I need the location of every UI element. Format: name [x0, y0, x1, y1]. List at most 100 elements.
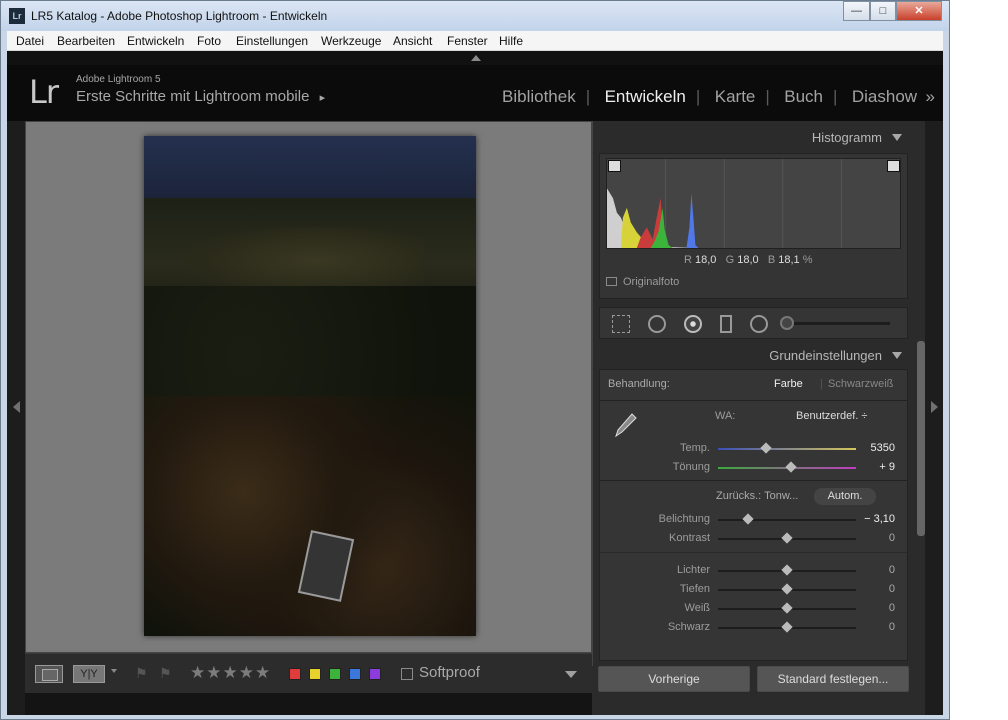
- radial-filter-icon[interactable]: [750, 315, 768, 333]
- rgb-percent-unit: %: [802, 254, 813, 266]
- blacks-slider[interactable]: [718, 621, 856, 633]
- expand-left-panel-icon[interactable]: [13, 401, 20, 413]
- menu-einstellungen[interactable]: Einstellungen: [236, 34, 308, 48]
- before-after-button[interactable]: Y|Y: [73, 665, 105, 683]
- module-entwickeln[interactable]: Entwickeln: [605, 87, 686, 106]
- before-after-dropdown-icon[interactable]: [111, 669, 117, 673]
- blacks-label: Schwarz: [667, 621, 710, 633]
- basic-collapse-icon[interactable]: [892, 352, 902, 359]
- original-photo-toggle[interactable]: Originalfoto: [606, 276, 679, 288]
- highlight-clipping-icon[interactable]: [887, 160, 900, 172]
- reset-tone-link[interactable]: Zurücks.: Tonw...: [716, 490, 798, 502]
- crop-tool-icon[interactable]: [612, 315, 630, 333]
- softproof-label: Softproof: [419, 664, 480, 681]
- basic-header[interactable]: Grundeinstellungen: [593, 343, 908, 367]
- right-panel-buttons: Vorherige Standard festlegen...: [592, 666, 925, 715]
- whites-slider[interactable]: [718, 602, 856, 614]
- treatment-color-option[interactable]: Farbe: [774, 378, 803, 390]
- module-buch[interactable]: Buch: [784, 87, 823, 106]
- shadow-clipping-icon[interactable]: [608, 160, 621, 172]
- module-bibliothek[interactable]: Bibliothek: [502, 87, 576, 106]
- set-default-button[interactable]: Standard festlegen...: [757, 666, 909, 692]
- more-modules-icon[interactable]: »: [926, 87, 935, 106]
- minimize-button[interactable]: —: [843, 1, 870, 21]
- highlights-value[interactable]: 0: [889, 564, 895, 576]
- graduated-filter-icon[interactable]: [720, 315, 732, 333]
- close-button[interactable]: ✕: [896, 1, 942, 21]
- left-panel-toggle[interactable]: [7, 121, 25, 715]
- tint-label: Tönung: [672, 461, 710, 473]
- top-panel-toggle[interactable]: [7, 51, 943, 65]
- shadows-value[interactable]: 0: [889, 583, 895, 595]
- module-diashow[interactable]: Diashow: [852, 87, 917, 106]
- menu-fenster[interactable]: Fenster: [447, 34, 488, 48]
- highlights-slider[interactable]: [718, 564, 856, 576]
- blacks-value[interactable]: 0: [889, 621, 895, 633]
- color-label-green[interactable]: [329, 668, 341, 680]
- softproof-checkbox[interactable]: [401, 668, 413, 680]
- red-eye-tool-icon[interactable]: [684, 315, 702, 333]
- flag-icon[interactable]: ⚑: [135, 665, 149, 683]
- menu-bearbeiten[interactable]: Bearbeiten: [57, 34, 115, 48]
- adjustment-brush-slider[interactable]: [780, 316, 890, 330]
- shadows-slider[interactable]: [718, 583, 856, 595]
- temp-slider-thumb[interactable]: [760, 442, 772, 454]
- contrast-slider-thumb[interactable]: [781, 532, 793, 544]
- catalog-status[interactable]: Erste Schritte mit Lightroom mobile ▸: [76, 88, 325, 105]
- histogram-graph[interactable]: [606, 158, 901, 249]
- whites-slider-thumb[interactable]: [781, 602, 793, 614]
- product-name: Adobe Lightroom 5: [76, 74, 161, 85]
- title-bar[interactable]: Lr LR5 Katalog - Adobe Photoshop Lightro…: [1, 1, 949, 31]
- photo-preview[interactable]: [144, 136, 476, 636]
- color-label-red[interactable]: [289, 668, 301, 680]
- toolbar-content-dropdown-icon[interactable]: [565, 671, 577, 678]
- wb-preset-dropdown[interactable]: Benutzerdef. ÷: [796, 410, 867, 422]
- histogram-header[interactable]: Histogramm: [593, 125, 908, 149]
- blacks-slider-thumb[interactable]: [781, 621, 793, 633]
- module-karte[interactable]: Karte: [715, 87, 756, 106]
- contrast-slider[interactable]: [718, 532, 856, 544]
- treatment-bw-option[interactable]: Schwarzweiß: [828, 378, 893, 390]
- color-label-blue[interactable]: [349, 668, 361, 680]
- reject-flag-icon[interactable]: ⚑: [159, 665, 173, 683]
- application-window: Lr LR5 Katalog - Adobe Photoshop Lightro…: [0, 0, 950, 720]
- menu-hilfe[interactable]: Hilfe: [499, 34, 523, 48]
- white-balance-eyedropper-icon[interactable]: [610, 408, 642, 440]
- collapse-top-panel-icon[interactable]: [471, 55, 481, 61]
- menu-entwickeln[interactable]: Entwickeln: [127, 34, 184, 48]
- spot-removal-tool-icon[interactable]: [648, 315, 666, 333]
- rgb-r-label: R: [684, 254, 692, 266]
- color-label-purple[interactable]: [369, 668, 381, 680]
- tint-slider[interactable]: [718, 461, 856, 473]
- right-panel-scrollbar[interactable]: [917, 341, 925, 536]
- menu-datei[interactable]: Datei: [16, 34, 44, 48]
- rating-stars[interactable]: ★★★★★: [190, 663, 271, 683]
- original-photo-checkbox[interactable]: [606, 277, 617, 286]
- temp-slider[interactable]: [718, 442, 856, 454]
- right-panel-toggle[interactable]: [925, 121, 943, 715]
- loupe-view-button[interactable]: [35, 665, 63, 683]
- menu-werkzeuge[interactable]: Werkzeuge: [321, 34, 381, 48]
- previous-button[interactable]: Vorherige: [598, 666, 750, 692]
- highlights-slider-thumb[interactable]: [781, 564, 793, 576]
- exposure-slider[interactable]: [718, 513, 856, 525]
- menu-foto[interactable]: Foto: [197, 34, 221, 48]
- shadows-slider-thumb[interactable]: [781, 583, 793, 595]
- collapse-right-panel-icon[interactable]: [931, 401, 938, 413]
- contrast-value[interactable]: 0: [889, 532, 895, 544]
- menu-ansicht[interactable]: Ansicht: [393, 34, 432, 48]
- image-canvas[interactable]: [25, 121, 592, 653]
- tint-slider-thumb[interactable]: [785, 461, 797, 473]
- exposure-slider-thumb[interactable]: [742, 513, 755, 525]
- adjustment-brush-icon[interactable]: [780, 316, 794, 330]
- color-label-yellow[interactable]: [309, 668, 321, 680]
- temp-value[interactable]: 5350: [871, 442, 895, 454]
- bottom-panel-bar: [25, 693, 592, 715]
- lightroom-app-icon[interactable]: Lr: [9, 8, 25, 24]
- histogram-collapse-icon[interactable]: [892, 134, 902, 141]
- exposure-value[interactable]: − 3,10: [864, 513, 895, 525]
- tint-value[interactable]: + 9: [879, 461, 895, 473]
- auto-tone-button[interactable]: Autom.: [814, 488, 876, 505]
- whites-value[interactable]: 0: [889, 602, 895, 614]
- maximize-button[interactable]: □: [870, 1, 896, 21]
